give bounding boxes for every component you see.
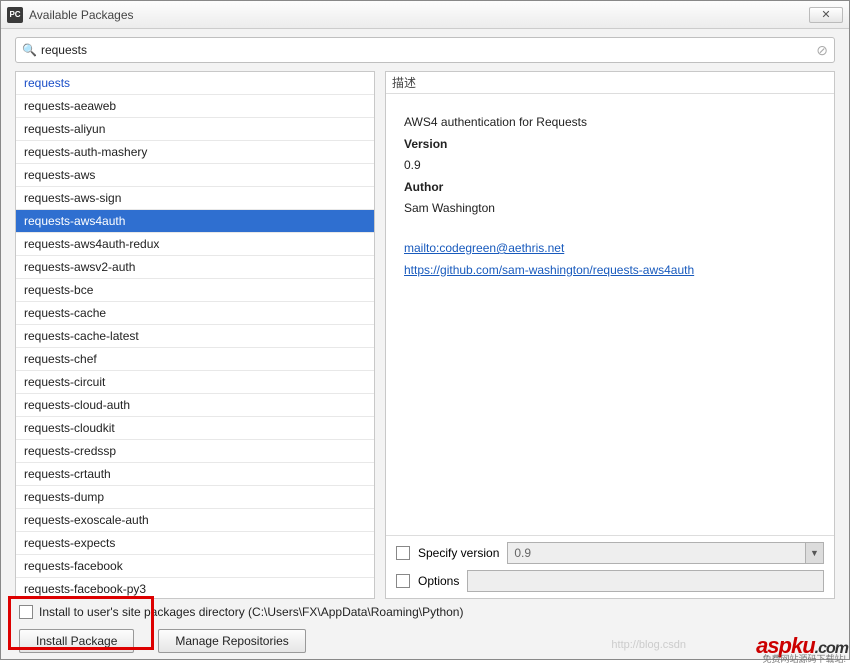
manage-repositories-button[interactable]: Manage Repositories: [158, 629, 305, 653]
package-row[interactable]: requests-exoscale-auth: [16, 509, 374, 532]
options-field[interactable]: [467, 570, 824, 592]
title-bar: PC Available Packages ✕: [1, 1, 849, 29]
app-icon: PC: [7, 7, 23, 23]
search-box[interactable]: 🔍 ⊘: [15, 37, 835, 63]
search-container: 🔍 ⊘: [1, 29, 849, 69]
author-value: Sam Washington: [404, 198, 816, 220]
main-area: ⟳ requestsrequests-aeawebrequests-aliyun…: [1, 69, 849, 599]
package-row[interactable]: requests-aws: [16, 164, 374, 187]
package-row[interactable]: requests-auth-mashery: [16, 141, 374, 164]
package-row[interactable]: requests: [16, 72, 374, 95]
package-summary: AWS4 authentication for Requests: [404, 112, 816, 134]
description-body: AWS4 authentication for Requests Version…: [386, 94, 834, 535]
package-row[interactable]: requests-aeaweb: [16, 95, 374, 118]
project-url-link[interactable]: https://github.com/sam-washington/reques…: [404, 260, 816, 282]
version-heading: Version: [404, 134, 816, 156]
package-row[interactable]: requests-facebook: [16, 555, 374, 578]
package-list[interactable]: requestsrequests-aeawebrequests-aliyunre…: [15, 71, 375, 599]
footer-area: Install to user's site packages director…: [1, 599, 849, 663]
package-list-column: ⟳ requestsrequests-aeawebrequests-aliyun…: [15, 71, 375, 599]
bottom-options: Specify version 0.9 ▼ Options: [386, 535, 834, 598]
package-row[interactable]: requests-dump: [16, 486, 374, 509]
package-row[interactable]: requests-credssp: [16, 440, 374, 463]
dialog-window: PC Available Packages ✕ 🔍 ⊘ ⟳ requestsre…: [0, 0, 850, 660]
package-row[interactable]: requests-circuit: [16, 371, 374, 394]
package-row[interactable]: requests-facebook-py3: [16, 578, 374, 599]
details-column: 描述 AWS4 authentication for Requests Vers…: [385, 71, 835, 599]
package-row[interactable]: requests-cloudkit: [16, 417, 374, 440]
options-checkbox[interactable]: [396, 574, 410, 588]
package-row[interactable]: requests-aws4auth-redux: [16, 233, 374, 256]
install-user-site-checkbox[interactable]: [19, 605, 33, 619]
version-value: 0.9: [404, 155, 816, 177]
description-label: 描述: [386, 72, 834, 94]
install-user-site-label: Install to user's site packages director…: [39, 605, 463, 619]
clear-search-icon[interactable]: ⊘: [816, 42, 828, 59]
search-icon: 🔍: [22, 43, 37, 57]
specify-version-value: 0.9: [514, 546, 531, 560]
install-package-button[interactable]: Install Package: [19, 629, 134, 653]
specify-version-label: Specify version: [418, 546, 499, 560]
close-button[interactable]: ✕: [809, 7, 843, 23]
specify-version-checkbox[interactable]: [396, 546, 410, 560]
search-input[interactable]: [41, 43, 812, 57]
package-row[interactable]: requests-crtauth: [16, 463, 374, 486]
package-row[interactable]: requests-aliyun: [16, 118, 374, 141]
author-heading: Author: [404, 177, 816, 199]
window-title: Available Packages: [29, 8, 134, 22]
options-label: Options: [418, 574, 459, 588]
package-row[interactable]: requests-cloud-auth: [16, 394, 374, 417]
watermark-sub: 免费网站源码下载站!: [762, 652, 846, 665]
package-row[interactable]: requests-bce: [16, 279, 374, 302]
mailto-link[interactable]: mailto:codegreen@aethris.net: [404, 238, 816, 260]
dropdown-caret-icon[interactable]: ▼: [805, 543, 823, 563]
specify-version-field[interactable]: 0.9 ▼: [507, 542, 824, 564]
package-row[interactable]: requests-aws4auth: [16, 210, 374, 233]
package-row[interactable]: requests-awsv2-auth: [16, 256, 374, 279]
watermark-url: http://blog.csdn: [611, 639, 686, 651]
package-row[interactable]: requests-aws-sign: [16, 187, 374, 210]
package-row[interactable]: requests-chef: [16, 348, 374, 371]
package-row[interactable]: requests-expects: [16, 532, 374, 555]
package-row[interactable]: requests-cache-latest: [16, 325, 374, 348]
package-row[interactable]: requests-cache: [16, 302, 374, 325]
